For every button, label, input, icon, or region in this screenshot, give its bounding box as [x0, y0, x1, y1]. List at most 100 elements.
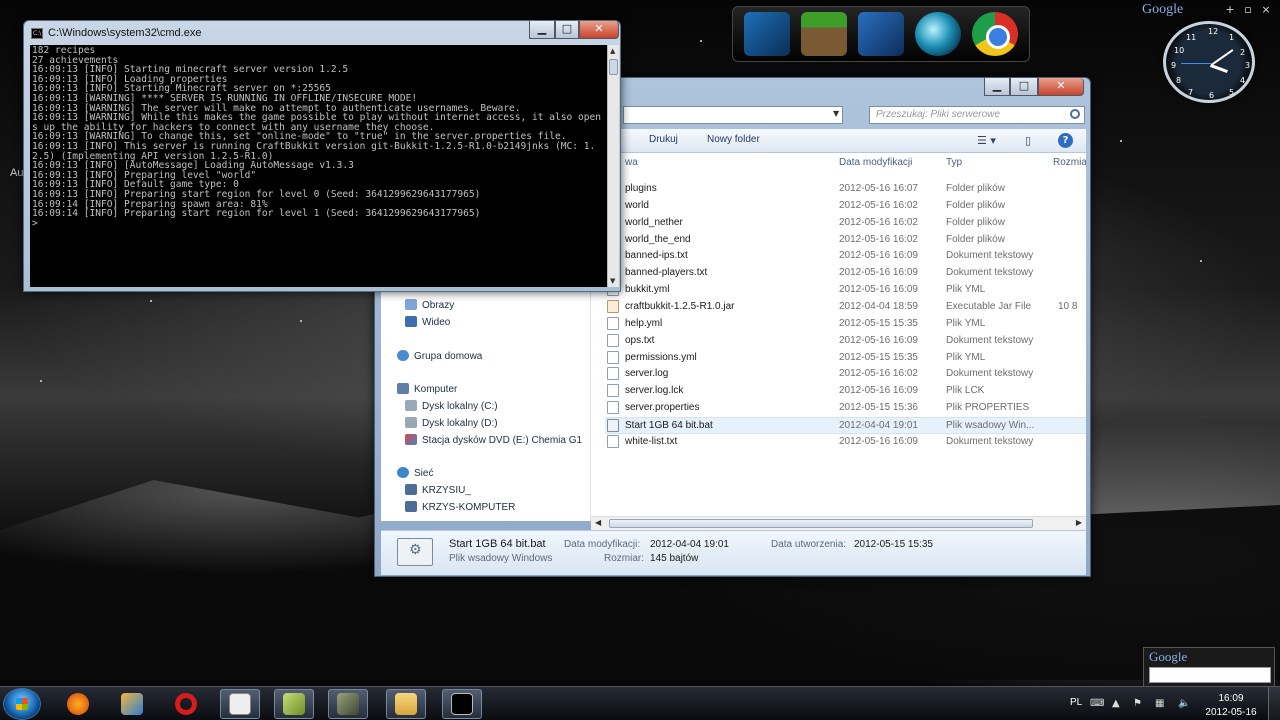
taskbar-time[interactable]: 16:09 [1206, 693, 1256, 704]
file-date: 2012-05-15 15:35 [839, 351, 918, 363]
gadget-menu-icon[interactable]: ▫ [1240, 3, 1256, 17]
file-row[interactable]: bukkit.yml 2012-05-16 16:09 Plik YML [605, 282, 1086, 299]
gadget-add-icon[interactable]: + [1222, 3, 1238, 17]
star [700, 40, 702, 42]
scroll-left-icon[interactable]: ◀ [595, 518, 601, 527]
search-icon[interactable] [1070, 109, 1080, 119]
taskbar-firefox[interactable] [58, 689, 98, 719]
file-row[interactable]: world 2012-05-16 16:02 Folder plików [605, 198, 1086, 215]
nav-item-pc[interactable]: KRZYS-KOMPUTER [405, 501, 515, 513]
details-size-value: 145 bajtów [650, 553, 699, 564]
clock-gadget[interactable]: 12 1 2 3 4 5 6 7 8 9 10 11 [1163, 21, 1255, 103]
desktop-icon-label[interactable]: Au [10, 167, 23, 179]
file-row[interactable]: white-list.txt 2012-05-16 16:09 Dokument t… [605, 434, 1086, 451]
file-type: Plik YML [946, 284, 986, 296]
file-date: 2012-05-16 16:02 [839, 216, 918, 228]
view-options-icon[interactable]: ☰ ▾ [977, 134, 996, 147]
vertical-scrollbar[interactable]: ▲ ▼ [607, 45, 619, 287]
nav-item-pictures[interactable]: Obrazy [405, 299, 454, 311]
file-row[interactable]: world_the_end 2012-05-16 16:02 Folder plik… [605, 232, 1086, 249]
file-row[interactable]: world_nether 2012-05-16 16:02 Folder plikó… [605, 215, 1086, 232]
close-button[interactable]: ✕ [579, 21, 619, 39]
nav-item-pc[interactable]: KRZYSIU_ [405, 484, 471, 496]
new-folder-button[interactable]: Nowy folder [707, 134, 760, 145]
cmd-window[interactable]: C:\ C:\Windows\system32\cmd.exe ▁ □ ✕ 18… [23, 20, 621, 292]
help-icon[interactable]: ? [1058, 133, 1073, 148]
globe-icon[interactable] [914, 12, 961, 56]
address-bar[interactable] [623, 106, 843, 124]
nav-label: Dysk lokalny (C:) [422, 401, 498, 412]
taskbar-media-player[interactable] [112, 689, 152, 719]
scroll-up-icon[interactable]: ▲ [610, 47, 615, 55]
taskbar-cmd[interactable] [442, 689, 482, 719]
column-header-date[interactable]: Data modyfikacji [839, 157, 912, 168]
network-icon[interactable]: ▦ [1155, 698, 1164, 709]
scroll-down-icon[interactable]: ▼ [610, 277, 615, 285]
show-hidden-icons[interactable]: ▲ [1112, 698, 1120, 709]
horizontal-scrollbar[interactable]: ◀ ▶ [591, 516, 1086, 530]
file-date: 2012-05-16 16:09 [839, 250, 918, 262]
file-row[interactable]: craftbukkit-1.2.5-R1.0.jar 2012-04-04 18:… [605, 299, 1086, 316]
maximize-button[interactable]: □ [555, 21, 579, 39]
opera-icon [175, 693, 197, 715]
action-center-icon[interactable]: ⚑ [1133, 698, 1142, 709]
nav-item-homegroup[interactable]: Grupa domowa [397, 350, 482, 362]
file-row[interactable]: help.yml 2012-05-15 15:35 Plik YML [605, 316, 1086, 333]
minecraft-icon[interactable] [801, 12, 848, 56]
volume-icon[interactable]: 🔈 [1178, 698, 1190, 709]
preview-pane-icon[interactable]: ▯ [1025, 134, 1031, 147]
clock-number: 6 [1209, 91, 1215, 100]
file-name: bukkit.yml [625, 284, 670, 296]
file-row[interactable]: Start 1GB 64 bit.bat 2012-04-04 19:01 Plik… [605, 416, 1086, 434]
file-row[interactable]: server.properties 2012-05-15 15:36 Plik PR… [605, 400, 1086, 417]
google-search-input[interactable] [1149, 667, 1271, 683]
nav-label: Sieć [414, 468, 434, 479]
taskbar-app[interactable] [274, 689, 314, 719]
file-name: server.log.lck [625, 385, 684, 397]
file-date: 2012-04-04 19:01 [839, 419, 918, 431]
search-input[interactable]: Przeszukaj: Pliki serwerowe [869, 106, 1085, 124]
keyboard-icon[interactable]: ⌨ [1090, 698, 1104, 709]
taskbar-app[interactable] [328, 689, 368, 719]
taskbar-explorer[interactable] [386, 689, 426, 719]
start-button[interactable] [3, 688, 41, 720]
files-icon[interactable] [857, 12, 904, 56]
file-row[interactable]: ops.txt 2012-05-16 16:09 Dokument tekstowy [605, 333, 1086, 350]
file-row[interactable]: permissions.yml 2012-05-15 15:35 Plik YML [605, 350, 1086, 367]
file-list: wa Data modyfikacji Typ Rozmia plugins 20… [591, 153, 1086, 521]
taskbar-opera[interactable] [166, 689, 206, 719]
scrollbar-thumb[interactable] [609, 519, 1033, 528]
gadget-close-icon[interactable]: × [1258, 3, 1274, 17]
close-button[interactable]: ✕ [1038, 78, 1084, 96]
file-date: 2012-05-16 16:09 [839, 284, 918, 296]
chrome-icon[interactable] [971, 12, 1018, 56]
column-header-name[interactable]: wa [625, 157, 638, 168]
file-row[interactable]: banned-ips.txt 2012-05-16 16:09 Dokument t… [605, 248, 1086, 265]
language-indicator[interactable]: PL [1070, 697, 1082, 720]
scrollbar-thumb[interactable] [609, 59, 618, 75]
minimize-button[interactable]: ▁ [984, 78, 1010, 96]
file-row[interactable]: server.log.lck 2012-05-16 16:09 Plik LCK [605, 383, 1086, 400]
print-button[interactable]: Drukuj [649, 134, 678, 145]
scroll-right-icon[interactable]: ▶ [1076, 518, 1082, 527]
console-output[interactable]: 182 recipes 27 achievements 16:09:13 [INFO… [30, 45, 607, 287]
console-icon: C:\ [31, 28, 43, 39]
nav-item-network[interactable]: Sieć [397, 467, 433, 479]
column-header-size[interactable]: Rozmia [1053, 157, 1086, 168]
monitor-icon[interactable] [744, 12, 791, 56]
nav-item-videos[interactable]: Wideo [405, 316, 450, 328]
minimize-button[interactable]: ▁ [529, 21, 555, 39]
show-desktop-button[interactable] [1268, 687, 1280, 720]
column-header-type[interactable]: Typ [946, 157, 962, 168]
maximize-button[interactable]: □ [1010, 78, 1038, 96]
file-row[interactable]: plugins 2012-05-16 16:07 Folder plików [605, 181, 1086, 198]
nav-item-drive-d[interactable]: Dysk lokalny (D:) [405, 417, 498, 429]
nav-item-drive-c[interactable]: Dysk lokalny (C:) [405, 400, 498, 412]
nav-item-computer[interactable]: Komputer [397, 383, 457, 395]
taskbar-app[interactable] [220, 689, 260, 719]
file-row[interactable]: server.log 2012-05-16 16:02 Dokument tekst… [605, 366, 1086, 383]
nav-item-dvd[interactable]: Stacja dysków DVD (E:) Chemia G1 [405, 434, 582, 446]
chevron-down-icon[interactable]: ▼ [833, 109, 839, 118]
file-row[interactable]: banned-players.txt 2012-05-16 16:09 Dokume… [605, 265, 1086, 282]
taskbar-date[interactable]: 2012-05-16 [1200, 707, 1262, 718]
